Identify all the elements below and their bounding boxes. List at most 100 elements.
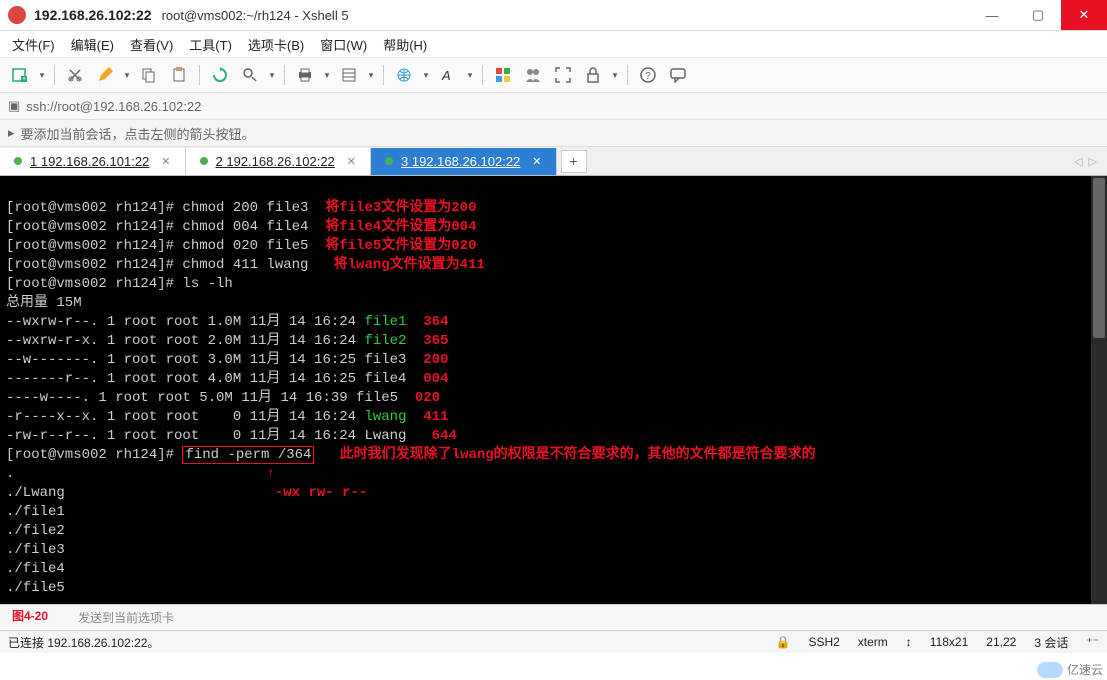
dropdown-icon[interactable]: ▾	[611, 70, 619, 81]
perm-num: 411	[406, 409, 448, 425]
perm-num: 200	[406, 352, 448, 368]
arrow-right-icon[interactable]: ▸	[8, 125, 15, 141]
tab-close-icon[interactable]: ✕	[161, 155, 170, 168]
cut-icon[interactable]	[63, 63, 87, 87]
globe-icon[interactable]	[392, 63, 416, 87]
annotation: 将file3文件设置为200	[308, 200, 476, 216]
arrow-up-icon: ↑	[14, 466, 274, 482]
tab-bar: 1 192.168.26.101:22 ✕ 2 192.168.26.102:2…	[0, 147, 1107, 176]
dropdown-icon[interactable]: ▾	[466, 70, 474, 81]
help-icon[interactable]: ?	[636, 63, 660, 87]
properties-icon[interactable]	[337, 63, 361, 87]
scrollbar-thumb[interactable]	[1093, 178, 1105, 338]
address-bar: ▣ ssh://root@192.168.26.102:22	[0, 93, 1107, 120]
terminal-line: [root@vms002 rh124]# ls -lh	[6, 276, 233, 292]
menu-view[interactable]: 查看(V)	[130, 35, 173, 54]
updown-icon: ↕	[906, 635, 912, 649]
status-protocol: SSH2	[808, 635, 839, 649]
terminal-line: [root@vms002 rh124]# chmod 020 file5	[6, 238, 308, 254]
fullscreen-icon[interactable]	[551, 63, 575, 87]
filename: lwang	[364, 409, 406, 425]
close-button[interactable]: ✕	[1061, 0, 1107, 30]
app-icon	[8, 6, 26, 24]
color-icon[interactable]	[491, 63, 515, 87]
tab-close-icon[interactable]: ✕	[347, 155, 356, 168]
copy-icon[interactable]	[137, 63, 161, 87]
minimize-button[interactable]: —	[969, 0, 1015, 30]
perm-num: 644	[406, 428, 456, 444]
bookmark-icon[interactable]: ▣	[8, 98, 20, 114]
ls-row: -r----x--x. 1 root root 0 11月 14 16:24	[6, 409, 364, 425]
printer-icon[interactable]	[293, 63, 317, 87]
annotation: 将lwang文件设置为411	[308, 257, 484, 273]
terminal-line: [root@vms002 rh124]# chmod 411 lwang	[6, 257, 308, 273]
address-text[interactable]: ssh://root@192.168.26.102:22	[26, 99, 201, 114]
maximize-button[interactable]: ▢	[1015, 0, 1061, 30]
dropdown-icon[interactable]: ▾	[38, 70, 46, 81]
session-tab-1[interactable]: 1 192.168.26.101:22 ✕	[0, 148, 186, 175]
separator	[627, 65, 628, 85]
find-command: find -perm /364	[182, 446, 314, 464]
dropdown-icon[interactable]: ▾	[123, 70, 131, 81]
lock-icon: 🔒	[775, 635, 790, 649]
menu-file[interactable]: 文件(F)	[12, 35, 55, 54]
scrollbar[interactable]	[1091, 176, 1107, 604]
output-line: ./file5	[6, 580, 65, 596]
separator	[284, 65, 285, 85]
chevron-right-icon[interactable]: ▷	[1089, 155, 1097, 168]
send-to-tab-input[interactable]: 图4-20 发送到当前选项卡	[0, 604, 1107, 630]
separator	[54, 65, 55, 85]
pencil-icon[interactable]	[93, 63, 117, 87]
status-cursor: 21,22	[986, 635, 1016, 649]
separator	[383, 65, 384, 85]
chevron-left-icon[interactable]: ◁	[1074, 155, 1082, 168]
filename: file1	[364, 314, 406, 330]
new-tab-button[interactable]: +	[561, 150, 587, 173]
annotation: 将file4文件设置为004	[308, 219, 476, 235]
tab-close-icon[interactable]: ✕	[532, 155, 541, 168]
status-dot-icon	[200, 157, 208, 165]
session-tab-2[interactable]: 2 192.168.26.102:22 ✕	[186, 148, 372, 175]
hint-text: 要添加当前会话，点击左侧的箭头按钮。	[21, 124, 255, 143]
menu-bar: 文件(F) 编辑(E) 查看(V) 工具(T) 选项卡(B) 窗口(W) 帮助(…	[0, 31, 1107, 58]
watermark: 亿速云	[1037, 661, 1103, 678]
prompt: [root@vms002 rh124]#	[6, 447, 182, 463]
status-dot-icon	[385, 157, 393, 165]
dropdown-icon[interactable]: ▾	[367, 70, 375, 81]
font-icon[interactable]: A	[436, 63, 460, 87]
search-icon[interactable]	[238, 63, 262, 87]
figure-label: 图4-20	[12, 607, 48, 624]
chat-icon[interactable]	[666, 63, 690, 87]
annotation: -wx rw- r--	[65, 485, 367, 501]
status-term-size: 118x21	[930, 635, 968, 649]
filename: file2	[364, 333, 406, 349]
menu-help[interactable]: 帮助(H)	[383, 35, 427, 54]
ls-row: --wxrw-r--. 1 root root 1.0M 11月 14 16:2…	[6, 314, 364, 330]
paste-icon[interactable]	[167, 63, 191, 87]
terminal-line: 总用量 15M	[6, 295, 82, 311]
ls-row: -rw-r--r--. 1 root root 0 11月 14 16:24 L…	[6, 428, 406, 444]
tab-label: 2 192.168.26.102:22	[216, 154, 335, 169]
new-session-icon[interactable]: +	[8, 63, 32, 87]
dropdown-icon[interactable]: ▾	[323, 70, 331, 81]
users-icon[interactable]	[521, 63, 545, 87]
session-tab-3[interactable]: 3 192.168.26.102:22 ✕	[371, 148, 557, 175]
lock-icon[interactable]	[581, 63, 605, 87]
reconnect-icon[interactable]	[208, 63, 232, 87]
menu-tab[interactable]: 选项卡(B)	[248, 35, 304, 54]
dropdown-icon[interactable]: ▾	[268, 70, 276, 81]
tab-scroll-arrows[interactable]: ◁ ▷	[1074, 155, 1107, 168]
output-line: ./file4	[6, 561, 65, 577]
dropdown-icon[interactable]: ▾	[422, 70, 430, 81]
window-subtitle: root@vms002:~/rh124 - Xshell 5	[162, 8, 349, 23]
output-line: ./file2	[6, 523, 65, 539]
tab-label: 3 192.168.26.102:22	[401, 154, 520, 169]
ls-row: -------r--. 1 root root 4.0M 11月 14 16:2…	[6, 371, 406, 387]
perm-num: 020	[398, 390, 440, 406]
terminal[interactable]: [root@vms002 rh124]# chmod 200 file3 将fi…	[0, 176, 1107, 604]
terminal-line: [root@vms002 rh124]# chmod 200 file3	[6, 200, 308, 216]
menu-tools[interactable]: 工具(T)	[189, 35, 232, 54]
menu-edit[interactable]: 编辑(E)	[71, 35, 114, 54]
menu-window[interactable]: 窗口(W)	[320, 35, 367, 54]
output-line: ./file1	[6, 504, 65, 520]
